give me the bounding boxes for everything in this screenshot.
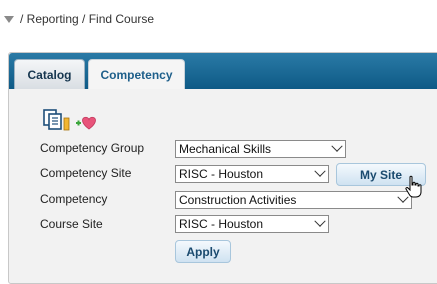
competency-group-value: Mechanical Skills xyxy=(179,142,272,156)
competency-value: Construction Activities xyxy=(179,193,297,207)
copy-documents-icon[interactable] xyxy=(43,109,73,134)
tab-catalog[interactable]: Catalog xyxy=(14,59,85,89)
competency-site-label: Competency Site xyxy=(40,166,132,180)
competency-select[interactable]: Construction Activities xyxy=(175,191,412,209)
tab-competency[interactable]: Competency xyxy=(88,59,185,89)
hand-pointer-icon xyxy=(405,175,423,202)
action-icons xyxy=(43,109,97,134)
competency-site-value: RISC - Houston xyxy=(179,167,264,181)
competency-group-label: Competency Group xyxy=(40,141,145,155)
course-site-select[interactable]: RISC - Houston xyxy=(175,215,329,233)
breadcrumb: / Reporting / Find Course xyxy=(4,11,154,27)
chevron-down-icon xyxy=(314,165,326,177)
chevron-down-icon xyxy=(314,215,326,227)
competency-group-select[interactable]: Mechanical Skills xyxy=(175,140,346,158)
chevron-down-icon xyxy=(331,140,343,152)
competency-site-select[interactable]: RISC - Houston xyxy=(175,165,329,183)
add-favorite-heart-icon[interactable] xyxy=(73,113,97,134)
course-site-value: RISC - Houston xyxy=(179,217,264,231)
course-site-label: Course Site xyxy=(40,217,103,231)
competency-label: Competency xyxy=(40,192,108,206)
apply-button[interactable]: Apply xyxy=(175,240,231,263)
collapse-triangle-icon[interactable] xyxy=(4,15,14,23)
breadcrumb-text: / Reporting / Find Course xyxy=(20,12,155,26)
